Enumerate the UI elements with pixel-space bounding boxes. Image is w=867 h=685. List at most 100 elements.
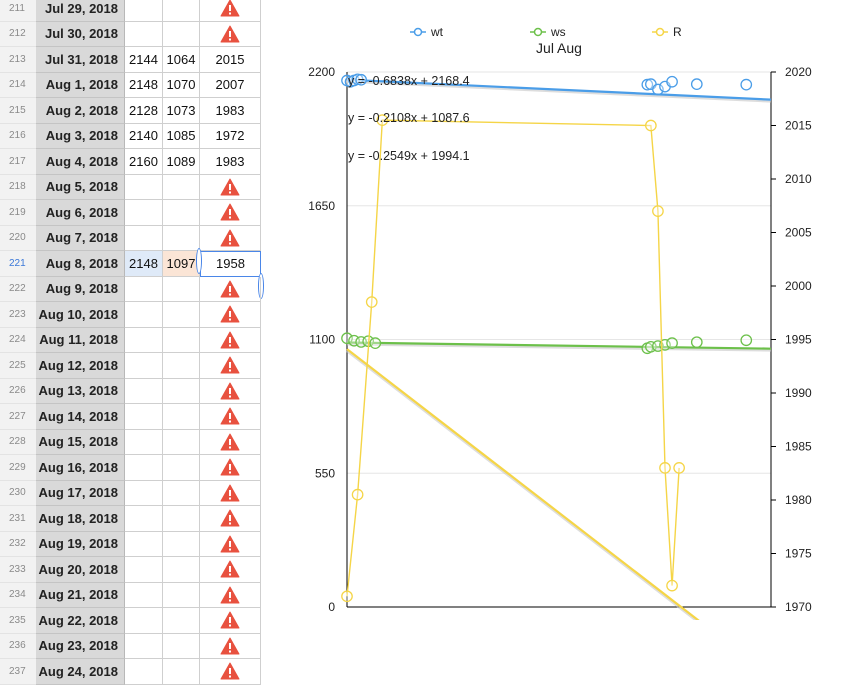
data-point[interactable] xyxy=(365,296,378,308)
ws-cell[interactable]: 1085 xyxy=(163,123,200,149)
date-cell[interactable]: Aug 18, 2018 xyxy=(36,506,125,532)
r-cell[interactable] xyxy=(200,276,261,302)
r-cell[interactable] xyxy=(200,200,261,226)
data-point[interactable] xyxy=(652,205,664,217)
date-cell[interactable]: Aug 10, 2018 xyxy=(36,302,125,328)
ws-cell[interactable] xyxy=(163,225,200,251)
ws-cell[interactable] xyxy=(163,633,200,659)
wt-cell[interactable] xyxy=(125,21,163,47)
wt-cell[interactable]: 2144 xyxy=(125,47,163,73)
data-point[interactable] xyxy=(666,337,678,349)
ws-cell[interactable]: 1064 xyxy=(163,47,200,73)
ws-cell[interactable] xyxy=(163,557,200,583)
wt-cell[interactable] xyxy=(125,480,163,506)
selection-handle[interactable] xyxy=(196,248,202,274)
date-cell[interactable]: Aug 14, 2018 xyxy=(36,404,125,430)
date-cell[interactable]: Aug 16, 2018 xyxy=(36,455,125,481)
row-number[interactable]: 225 xyxy=(0,353,36,379)
r-cell[interactable]: 1983 xyxy=(200,149,261,175)
wt-cell[interactable] xyxy=(125,200,163,226)
scatter-chart[interactable]: 2200 1650 1100 550 0 2020 2015 2010 2005 2000 1995… xyxy=(290,0,867,620)
date-cell[interactable]: Aug 6, 2018 xyxy=(36,200,125,226)
r-cell[interactable]: 2007 xyxy=(200,72,261,98)
row-number[interactable]: 224 xyxy=(0,327,36,353)
row-number[interactable]: 220 xyxy=(0,225,36,251)
row-number[interactable]: 227 xyxy=(0,404,36,430)
row-number[interactable]: 215 xyxy=(0,98,36,124)
date-cell[interactable]: Aug 15, 2018 xyxy=(36,429,125,455)
data-point[interactable] xyxy=(666,579,678,592)
data-point[interactable] xyxy=(369,337,382,349)
wt-cell[interactable] xyxy=(125,557,163,583)
date-cell[interactable]: Aug 21, 2018 xyxy=(36,582,125,608)
row-number[interactable]: 226 xyxy=(0,378,36,404)
ws-cell[interactable]: 1089 xyxy=(163,149,200,175)
date-cell[interactable]: Aug 1, 2018 xyxy=(36,72,125,98)
date-cell[interactable]: Jul 31, 2018 xyxy=(36,47,125,73)
ws-cell[interactable] xyxy=(163,404,200,430)
wt-cell[interactable]: 2128 xyxy=(125,98,163,124)
ws-cell[interactable] xyxy=(163,659,200,685)
data-point[interactable] xyxy=(341,590,353,603)
r-cell[interactable] xyxy=(200,174,261,200)
spreadsheet-grid[interactable]: 211 Jul 29, 2018 212 Jul 30, 2018 213 Jul 31,… xyxy=(0,0,264,685)
ws-cell[interactable]: 1070 xyxy=(163,72,200,98)
r-cell[interactable] xyxy=(200,633,261,659)
date-cell[interactable]: Aug 11, 2018 xyxy=(36,327,125,353)
row-number[interactable]: 236 xyxy=(0,633,36,659)
row-number[interactable]: 217 xyxy=(0,149,36,175)
data-point[interactable] xyxy=(740,334,753,347)
wt-cell[interactable] xyxy=(125,0,163,22)
data-point[interactable] xyxy=(673,462,685,474)
date-cell[interactable]: Aug 23, 2018 xyxy=(36,633,125,659)
row-number[interactable]: 232 xyxy=(0,531,36,557)
wt-cell[interactable] xyxy=(125,429,163,455)
ws-cell[interactable] xyxy=(163,480,200,506)
date-cell[interactable]: Aug 13, 2018 xyxy=(36,378,125,404)
row-number[interactable]: 233 xyxy=(0,557,36,583)
row-number[interactable]: 222 xyxy=(0,276,36,302)
row-number[interactable]: 231 xyxy=(0,506,36,532)
r-cell[interactable]: 1983 xyxy=(200,98,261,124)
r-cell[interactable] xyxy=(200,353,261,379)
date-cell[interactable]: Jul 29, 2018 xyxy=(36,0,125,22)
date-cell[interactable]: Aug 4, 2018 xyxy=(36,149,125,175)
ws-cell[interactable] xyxy=(163,200,200,226)
ws-cell[interactable] xyxy=(163,327,200,353)
r-cell[interactable] xyxy=(200,21,261,47)
ws-cell[interactable] xyxy=(163,353,200,379)
ws-cell[interactable] xyxy=(163,582,200,608)
data-point[interactable] xyxy=(690,78,703,91)
row-number[interactable]: 216 xyxy=(0,123,36,149)
ws-cell[interactable] xyxy=(163,302,200,328)
ws-cell[interactable]: 1097 xyxy=(163,251,200,277)
wt-cell[interactable] xyxy=(125,455,163,481)
wt-cell[interactable] xyxy=(125,302,163,328)
date-cell[interactable]: Aug 17, 2018 xyxy=(36,480,125,506)
wt-cell[interactable] xyxy=(125,582,163,608)
date-cell[interactable]: Aug 7, 2018 xyxy=(36,225,125,251)
r-cell[interactable] xyxy=(200,455,261,481)
row-number[interactable]: 235 xyxy=(0,608,36,634)
date-cell[interactable]: Jul 30, 2018 xyxy=(36,21,125,47)
date-cell[interactable]: Aug 22, 2018 xyxy=(36,608,125,634)
date-cell[interactable]: Aug 2, 2018 xyxy=(36,98,125,124)
data-point[interactable] xyxy=(351,488,364,501)
r-cell[interactable]: 1972 xyxy=(200,123,261,149)
row-number[interactable]: 221 xyxy=(0,251,36,277)
row-number[interactable]: 229 xyxy=(0,455,36,481)
row-number[interactable]: 223 xyxy=(0,302,36,328)
wt-cell[interactable]: 2148 xyxy=(125,72,163,98)
ws-cell[interactable] xyxy=(163,608,200,634)
wt-cell[interactable] xyxy=(125,659,163,685)
wt-cell[interactable] xyxy=(125,404,163,430)
ws-cell[interactable] xyxy=(163,531,200,557)
r-cell[interactable] xyxy=(200,480,261,506)
data-point[interactable] xyxy=(690,336,703,349)
r-cell[interactable] xyxy=(200,378,261,404)
ws-cell[interactable] xyxy=(163,429,200,455)
row-number[interactable]: 228 xyxy=(0,429,36,455)
wt-cell[interactable] xyxy=(125,378,163,404)
date-cell[interactable]: Aug 9, 2018 xyxy=(36,276,125,302)
row-number[interactable]: 237 xyxy=(0,659,36,685)
